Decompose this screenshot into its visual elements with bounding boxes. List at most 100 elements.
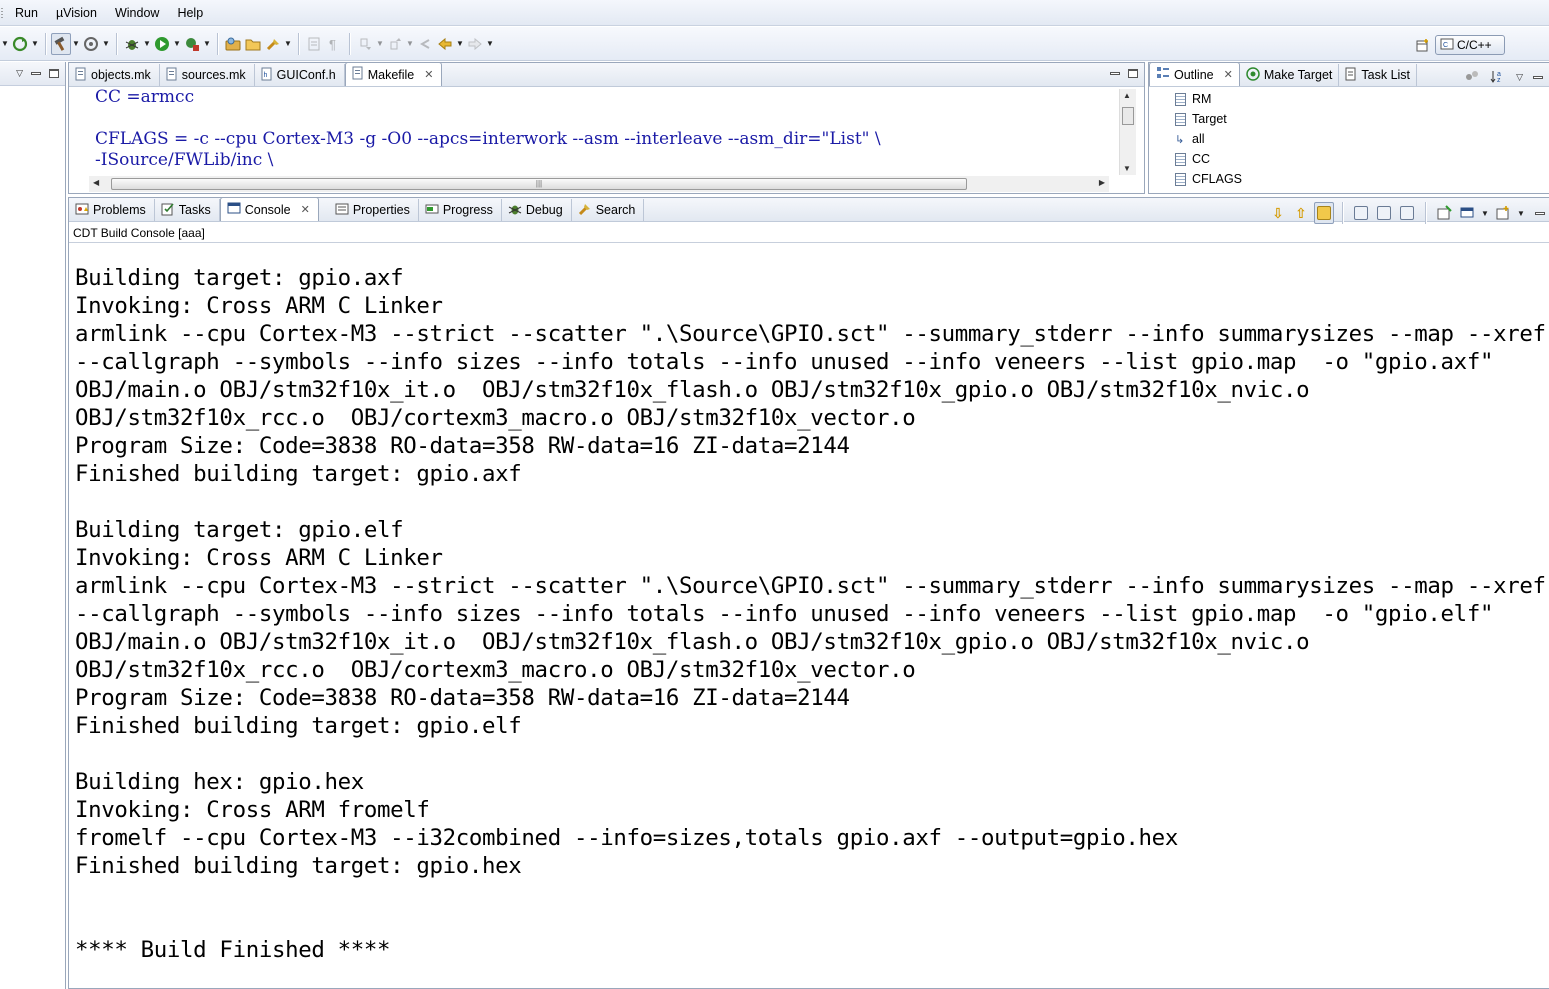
tab-console[interactable]: Console ✕ xyxy=(219,197,319,221)
minimize-icon[interactable] xyxy=(1110,72,1120,75)
scroll-left-icon[interactable]: ◀ xyxy=(93,178,99,187)
last-edit-location-icon[interactable] xyxy=(415,33,435,55)
open-perspective-icon[interactable] xyxy=(1415,38,1431,57)
external-tools-icon[interactable] xyxy=(182,33,202,55)
display-console-icon[interactable] xyxy=(1457,202,1477,224)
tab-makefile[interactable]: Makefile ✕ xyxy=(344,62,443,86)
console-view: Problems Tasks Console ✕ Properties Prog… xyxy=(68,197,1549,989)
search-flashlight-icon[interactable] xyxy=(263,33,283,55)
main-toolbar: ▼ ▼ ▼ ▼ ▼ ▼ ▼ ▼ ¶ ▼ ▼ ▼ ▼ xyxy=(0,27,1549,61)
console-line: --callgraph --symbols --info sizes --inf… xyxy=(75,349,1494,375)
outline-item[interactable]: RM xyxy=(1175,89,1242,109)
editor-horizontal-scrollbar[interactable]: ◀ ||| ▶ xyxy=(89,176,1109,192)
close-icon[interactable]: ✕ xyxy=(1224,68,1233,81)
display-console-dropdown-icon[interactable]: ▼ xyxy=(1480,209,1490,218)
tab-task-list[interactable]: Task List xyxy=(1339,64,1418,86)
menu-help[interactable]: Help xyxy=(168,0,212,26)
refresh-dropdown-icon[interactable]: ▼ xyxy=(30,39,40,48)
outline-item[interactable]: CFLAGS xyxy=(1175,169,1242,189)
build-config-dropdown-icon[interactable]: ▼ xyxy=(101,39,111,48)
console-output[interactable]: Building target: gpio.axf Invoking: Cross… xyxy=(75,264,1546,964)
sort-az-icon[interactable]: az xyxy=(1490,69,1506,86)
debug-dropdown-icon[interactable]: ▼ xyxy=(142,39,152,48)
minimize-icon[interactable] xyxy=(1535,211,1545,215)
outline-tabs: Outline ✕ Make Target Task List az ▽ xyxy=(1149,63,1549,87)
search-dropdown-icon[interactable]: ▼ xyxy=(283,39,293,48)
menu-run[interactable]: Run xyxy=(6,0,47,26)
tab-search[interactable]: Search xyxy=(572,199,645,221)
next-annotation-dropdown-icon[interactable]: ▼ xyxy=(375,39,385,48)
outline-item[interactable]: CC xyxy=(1175,149,1242,169)
scroll-lock-icon[interactable] xyxy=(1314,202,1334,224)
maximize-icon[interactable] xyxy=(49,69,59,78)
run-icon[interactable] xyxy=(152,33,172,55)
remove-console-icon[interactable] xyxy=(1397,202,1417,224)
show-whitespace-icon[interactable]: ¶ xyxy=(324,33,344,55)
scroll-down-icon[interactable]: ▼ xyxy=(1123,164,1131,173)
scroll-thumb[interactable] xyxy=(1122,107,1134,125)
code-editor[interactable]: CC =armcc CFLAGS = -c --cpu Cortex-M3 -g… xyxy=(69,87,1127,179)
forward-arrow-icon[interactable] xyxy=(465,33,485,55)
tab-problems[interactable]: Problems xyxy=(69,199,155,221)
clear-console-icon[interactable] xyxy=(1374,202,1394,224)
header-file-icon: h xyxy=(261,67,273,84)
tab-label: sources.mk xyxy=(181,68,246,82)
scroll-up-icon[interactable]: ▲ xyxy=(1123,91,1131,100)
refresh-icon[interactable] xyxy=(10,33,30,55)
build-config-icon[interactable] xyxy=(81,33,101,55)
dropdown-arrow-icon[interactable]: ▼ xyxy=(0,39,10,48)
tab-objects-mk[interactable]: objects.mk xyxy=(69,64,160,86)
editor-vertical-scrollbar[interactable]: ▲ ▼ xyxy=(1119,89,1136,175)
next-annotation-icon[interactable] xyxy=(355,33,375,55)
next-error-icon[interactable]: ⇩ xyxy=(1268,202,1288,224)
build-hammer-icon[interactable] xyxy=(51,32,71,55)
scroll-right-icon[interactable]: ▶ xyxy=(1099,178,1105,187)
tab-debug[interactable]: Debug xyxy=(502,199,572,221)
tab-guiconf-h[interactable]: h GUIConf.h xyxy=(255,64,345,86)
debug-bug-icon[interactable] xyxy=(122,33,142,55)
view-menu-icon[interactable]: ▽ xyxy=(1516,72,1523,83)
tab-properties[interactable]: Properties xyxy=(329,199,419,221)
tab-progress[interactable]: Progress xyxy=(419,199,502,221)
menu-window[interactable]: Window xyxy=(106,0,168,26)
problems-icon xyxy=(75,202,89,219)
forward-dropdown-icon[interactable]: ▼ xyxy=(485,39,495,48)
maximize-icon[interactable] xyxy=(1128,69,1138,78)
tab-make-target[interactable]: Make Target xyxy=(1240,64,1340,86)
perspective-cpp-button[interactable]: C C/C++ xyxy=(1435,35,1505,55)
tab-outline[interactable]: Outline ✕ xyxy=(1149,63,1240,86)
prev-annotation-icon[interactable] xyxy=(385,33,405,55)
back-dropdown-icon[interactable]: ▼ xyxy=(455,39,465,48)
debug-icon xyxy=(508,202,522,219)
copy-build-log-icon[interactable] xyxy=(1351,202,1371,224)
toggle-mark-icon[interactable] xyxy=(304,33,324,55)
run-dropdown-icon[interactable]: ▼ xyxy=(172,39,182,48)
scroll-thumb[interactable]: ||| xyxy=(111,178,967,190)
outline-item[interactable]: ↳ all xyxy=(1175,129,1242,149)
prev-error-icon[interactable]: ⇧ xyxy=(1291,202,1311,224)
open-type-icon[interactable] xyxy=(223,33,243,55)
open-console-dropdown-icon[interactable]: ▼ xyxy=(1516,209,1526,218)
view-menu-icon[interactable]: ▽ xyxy=(16,68,23,79)
minimize-icon[interactable] xyxy=(31,72,41,75)
menu-uvision[interactable]: µVision xyxy=(47,0,106,26)
file-icon xyxy=(352,66,364,83)
minimize-icon[interactable] xyxy=(1533,76,1543,79)
hide-fields-icon[interactable] xyxy=(1464,69,1480,86)
pin-console-icon[interactable] xyxy=(1434,202,1454,224)
close-icon[interactable]: ✕ xyxy=(424,68,433,81)
open-console-icon[interactable] xyxy=(1493,202,1513,224)
outline-item[interactable]: Target xyxy=(1175,109,1242,129)
close-icon[interactable]: ✕ xyxy=(301,203,310,216)
external-tools-dropdown-icon[interactable]: ▼ xyxy=(202,39,212,48)
tab-sources-mk[interactable]: sources.mk xyxy=(160,64,255,86)
tab-tasks[interactable]: Tasks xyxy=(155,199,220,221)
open-folder-icon[interactable] xyxy=(243,33,263,55)
prev-annotation-dropdown-icon[interactable]: ▼ xyxy=(405,39,415,48)
tab-label: Make Target xyxy=(1263,68,1333,82)
back-arrow-icon[interactable] xyxy=(435,33,455,55)
tab-label: Tasks xyxy=(178,203,211,217)
build-dropdown-icon[interactable]: ▼ xyxy=(71,39,81,48)
